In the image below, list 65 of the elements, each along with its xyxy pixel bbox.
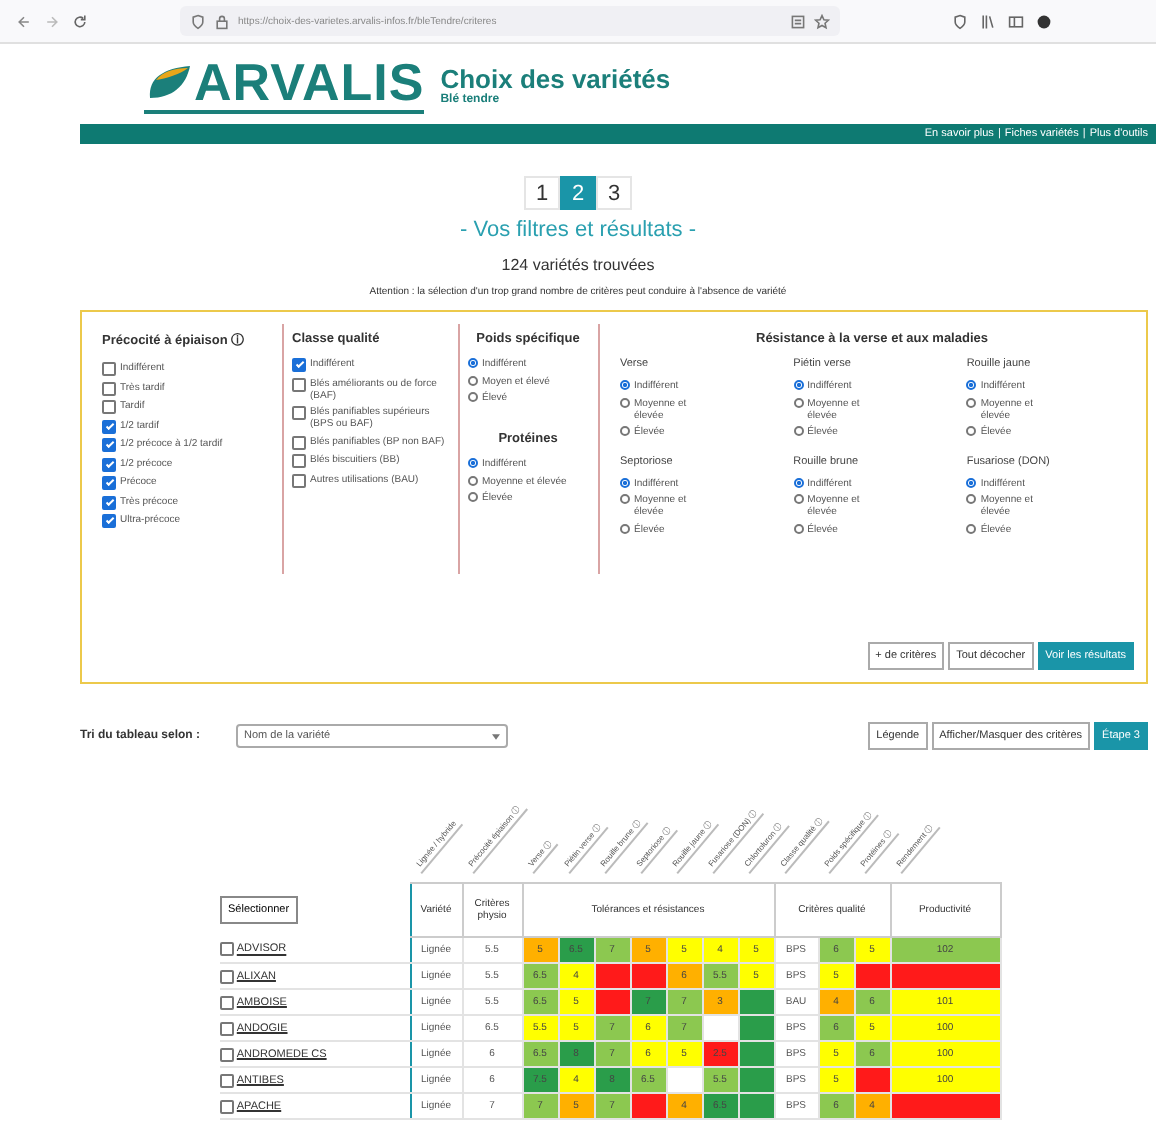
radio-button[interactable]: [468, 475, 478, 485]
account-icon[interactable]: [1036, 13, 1052, 29]
radio-button[interactable]: [468, 492, 478, 502]
radio-button[interactable]: [793, 477, 804, 487]
checkbox[interactable]: [220, 1099, 234, 1113]
checkbox[interactable]: [220, 995, 234, 1009]
radio-button[interactable]: [620, 523, 630, 533]
checkbox[interactable]: [102, 457, 116, 471]
radio-button[interactable]: [793, 494, 804, 504]
radio-button[interactable]: [966, 523, 977, 533]
star-icon[interactable]: [814, 13, 830, 29]
radio-button[interactable]: [966, 380, 977, 390]
checkbox[interactable]: [292, 435, 306, 449]
radio-button[interactable]: [966, 477, 977, 487]
radio-button[interactable]: [793, 523, 804, 533]
checkbox[interactable]: [292, 358, 306, 372]
back-arrow-icon[interactable]: [16, 13, 32, 29]
reader-icon[interactable]: [790, 13, 806, 29]
radio-button[interactable]: [966, 397, 977, 407]
checkbox[interactable]: [102, 419, 116, 433]
radio-button[interactable]: [620, 426, 630, 436]
radio-button[interactable]: [468, 392, 478, 402]
reload-icon[interactable]: [72, 13, 88, 29]
radio-button[interactable]: [620, 494, 630, 504]
radio-button[interactable]: [966, 494, 977, 504]
shield-icon[interactable]: [952, 13, 968, 29]
sidebar-icon[interactable]: [1008, 13, 1024, 29]
radio-button[interactable]: [793, 380, 804, 390]
checkbox[interactable]: [102, 476, 116, 490]
brand-name[interactable]: ARVALIS: [194, 55, 425, 107]
step-tab[interactable]: 3: [596, 176, 632, 210]
caret-icon: [492, 733, 500, 739]
radio-button[interactable]: [620, 397, 630, 407]
checkbox[interactable]: [102, 362, 116, 376]
library-icon[interactable]: [980, 13, 996, 29]
radio-button[interactable]: [468, 375, 478, 385]
result-count: 124 variétés trouvées: [499, 256, 657, 274]
checkbox[interactable]: [292, 473, 306, 487]
step-tab[interactable]: 1: [524, 176, 560, 210]
radio-button[interactable]: [620, 380, 630, 390]
radio-button[interactable]: [468, 358, 478, 368]
checkbox[interactable]: [220, 1047, 234, 1061]
checkbox[interactable]: [102, 495, 116, 509]
checkbox[interactable]: [292, 406, 306, 420]
radio-button[interactable]: [966, 426, 977, 436]
checkbox[interactable]: [102, 400, 116, 414]
checkbox[interactable]: [102, 438, 116, 452]
checkbox[interactable]: [220, 1021, 234, 1035]
radio-button[interactable]: [620, 477, 630, 487]
lock-icon: [214, 13, 230, 29]
radio-button[interactable]: [793, 397, 804, 407]
app-title: Choix des variétés: [440, 63, 671, 93]
checkbox[interactable]: [220, 1073, 234, 1087]
checkbox[interactable]: [102, 514, 116, 528]
step-tab[interactable]: 2: [560, 176, 596, 210]
checkbox[interactable]: [102, 381, 116, 395]
checkbox[interactable]: [220, 969, 234, 983]
radio-button[interactable]: [793, 426, 804, 436]
checkbox[interactable]: [220, 942, 234, 957]
shield-icon: [190, 13, 206, 29]
section-title: - Vos filtres et résultats -: [458, 218, 698, 242]
checkbox[interactable]: [292, 377, 306, 391]
checkbox[interactable]: [292, 454, 306, 468]
radio-button[interactable]: [468, 458, 478, 468]
leaf-icon: [144, 61, 192, 101]
